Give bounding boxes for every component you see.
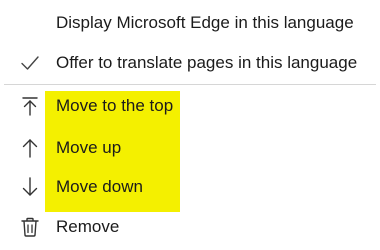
arrow-down-icon [19,176,41,198]
menu-separator [4,84,376,85]
context-menu: Display Microsoft Edge in this language … [0,0,380,250]
menu-item-label: Offer to translate pages in this languag… [56,53,358,72]
menu-item-offer-to-translate[interactable]: Offer to translate pages in this languag… [0,44,380,82]
menu-item-label: Display Microsoft Edge in this language [56,13,354,32]
trash-icon [19,216,41,238]
menu-item-label: Remove [56,217,120,236]
menu-item-remove[interactable]: Remove [0,208,380,246]
menu-item-move-down[interactable]: Move down [0,168,380,206]
move-to-top-icon [19,95,41,117]
menu-item-move-up[interactable]: Move up [0,129,380,167]
menu-item-label: Move to the top [56,96,174,115]
checkmark-icon [19,52,41,74]
menu-item-label: Move up [56,138,122,157]
menu-item-display-edge-in-language[interactable]: Display Microsoft Edge in this language [0,4,380,42]
menu-item-label: Move down [56,177,143,196]
arrow-up-icon [19,137,41,159]
menu-item-move-to-top[interactable]: Move to the top [0,87,380,125]
